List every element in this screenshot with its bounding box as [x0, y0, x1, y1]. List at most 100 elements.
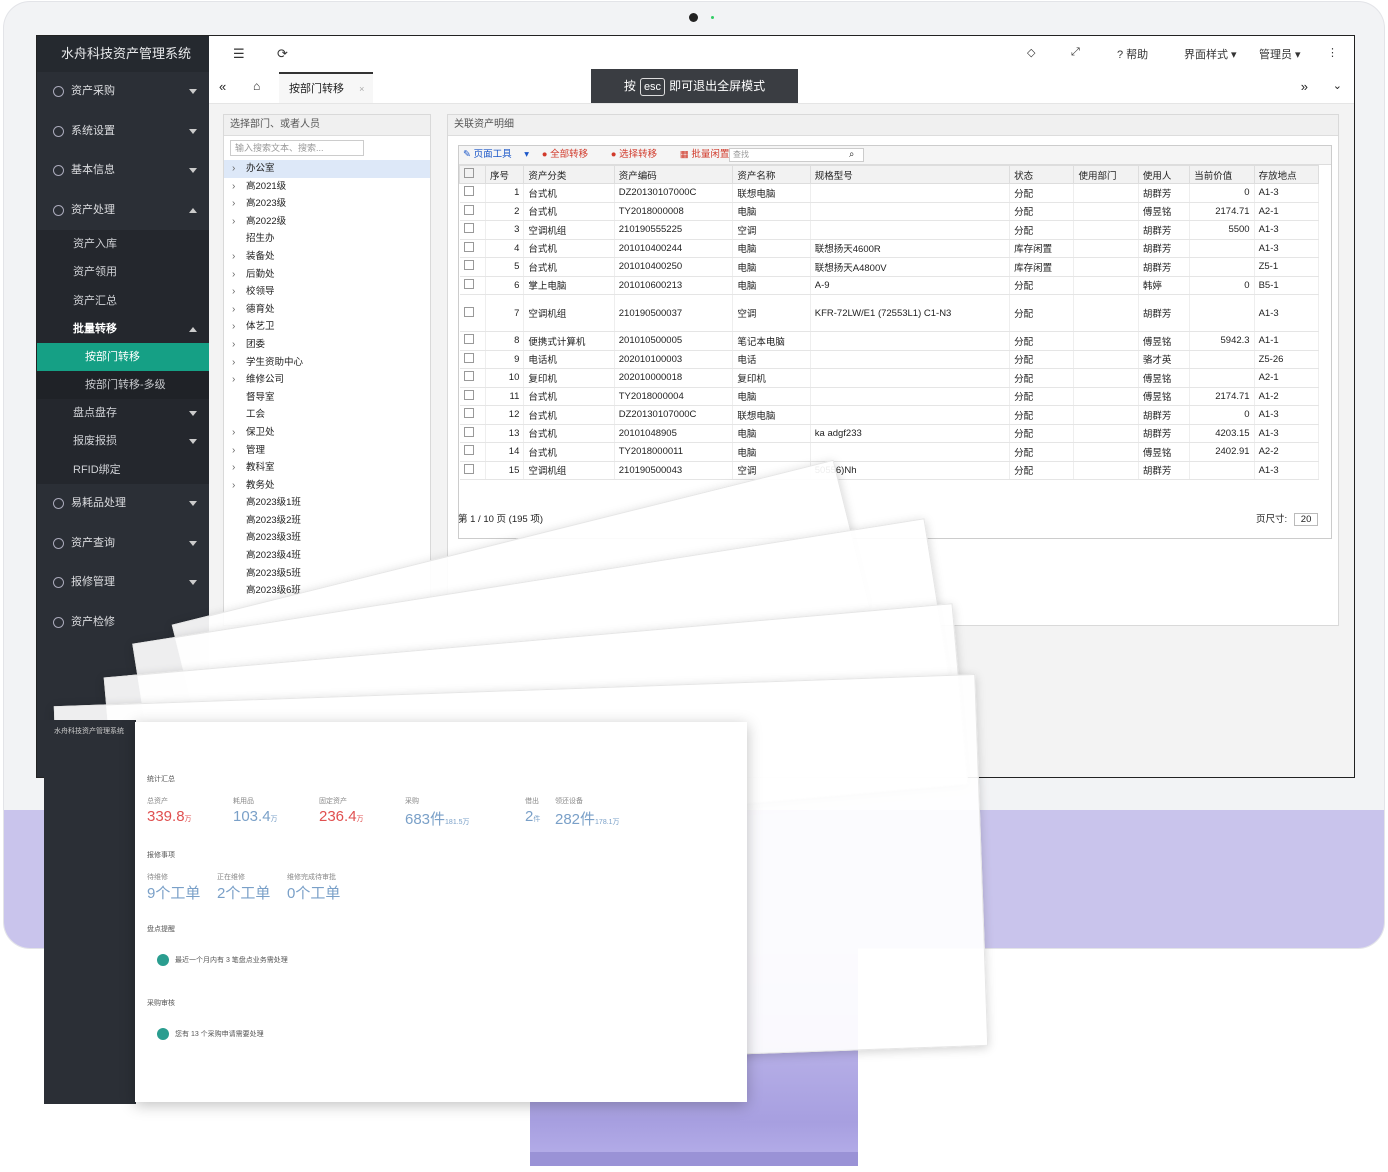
sidebar-item[interactable]: 资产处理 [37, 191, 209, 231]
fullscreen-icon[interactable]: ⤢ [1071, 46, 1080, 59]
sidebar-subsubitem[interactable]: 按部门转移-多级 [37, 371, 209, 400]
row-checkbox[interactable] [459, 294, 486, 332]
row-checkbox[interactable] [459, 257, 486, 277]
sidebar-item[interactable]: 系统设置 [37, 112, 209, 152]
tree-node[interactable]: 装备处 [224, 248, 430, 266]
sidebar-item[interactable]: 基本信息 [37, 151, 209, 191]
table-row[interactable]: 15空调机组210190500043空调50556)Nh分配胡群芳A1-3 [459, 461, 1320, 480]
row-checkbox[interactable] [459, 461, 486, 480]
sidebar-item[interactable]: 资产查询 [37, 524, 209, 564]
column-header[interactable]: 使用部门 [1073, 165, 1139, 184]
tabs-back-icon[interactable]: « [219, 79, 226, 94]
tree-node[interactable]: 工会 [224, 406, 430, 424]
tree-node[interactable]: 高2023级4班 [224, 547, 430, 565]
tree-node[interactable]: 高2021级 [224, 178, 430, 196]
select-all-checkbox[interactable] [459, 165, 486, 184]
page-size-value[interactable]: 20 [1293, 513, 1319, 526]
tree-node[interactable]: 后勤处 [224, 266, 430, 284]
column-header[interactable]: 状态 [1009, 165, 1075, 184]
table-row[interactable]: 3 空调机组 210190555225 空调 分配 胡群芳 5500 A1-3 [459, 220, 1320, 240]
tree-node[interactable]: 校领导 [224, 283, 430, 301]
inventory-notice[interactable]: 最近一个月内有 3 笔盘点业务需处理 [157, 954, 288, 966]
row-checkbox[interactable] [459, 183, 486, 203]
column-header[interactable]: 规格型号 [809, 165, 1011, 184]
column-header[interactable]: 存放地点 [1253, 165, 1320, 184]
row-checkbox[interactable] [459, 331, 486, 351]
row-checkbox[interactable] [459, 368, 486, 388]
tag-icon[interactable]: ◇ [1027, 46, 1035, 59]
row-checkbox[interactable] [459, 424, 486, 443]
chevron-down-icon[interactable]: ⌄ [1333, 79, 1342, 92]
admin-dropdown[interactable]: 管理员 ▾ [1259, 46, 1301, 62]
tree-node[interactable]: 维修公司 [224, 371, 430, 389]
column-header[interactable]: 资产名称 [732, 165, 811, 184]
tabs-forward-icon[interactable]: » [1301, 79, 1308, 94]
select-transfer-button[interactable]: ● 选择转移 [611, 149, 667, 160]
table-row[interactable]: 2 台式机 TY2018000008 电脑 分配 傅昱铭 2174.71 A2-1 [459, 202, 1320, 221]
column-header[interactable]: 资产编码 [613, 165, 734, 184]
table-row[interactable]: 9 电话机 202010100003 电话 分配 骆才英 Z5-26 [459, 350, 1320, 369]
help-link[interactable]: ? 帮助 [1117, 46, 1148, 62]
tree-node[interactable]: 保卫处 [224, 424, 430, 442]
table-row[interactable]: 14 台式机 TY2018000011 电脑 分配 傅昱铭 2402.91 A2-2 [459, 442, 1320, 462]
column-header[interactable]: 当前价值 [1189, 165, 1255, 184]
purchase-notice[interactable]: 您有 13 个采购申请需要处理 [157, 1028, 264, 1040]
tree-node[interactable]: 教科室 [224, 459, 430, 477]
tree-node[interactable]: 高2023级2班 [224, 512, 430, 530]
tree-node[interactable]: 高2023级 [224, 195, 430, 213]
row-checkbox[interactable] [459, 387, 486, 406]
tree-node[interactable]: 高2022级 [224, 213, 430, 231]
more-icon[interactable]: ⋮ [1327, 46, 1338, 59]
table-row[interactable]: 12 台式机 DZ20130107000C 联想电脑 分配 胡群芳 0 A1-3 [459, 405, 1320, 425]
sidebar-subitem[interactable]: 盘点盘存 [37, 399, 209, 428]
theme-dropdown[interactable]: 界面样式 ▾ [1184, 46, 1237, 62]
table-row[interactable]: 10 复印机 202010000018 复印机 分配 傅昱铭 A2-1 [459, 368, 1320, 388]
table-row[interactable]: 4 台式机 201010400244 电脑 联想扬天4600R 库存闲置 胡群芳 A1-3 [459, 239, 1320, 258]
page-tools-button[interactable]: ✎ 页面工具 ▾ [463, 149, 529, 160]
tree-node[interactable]: 高2023级1班 [224, 494, 430, 512]
tree-node[interactable]: 学生资助中心 [224, 354, 430, 372]
sidebar-item[interactable]: 资产采购 [37, 72, 209, 112]
tree-node[interactable]: 德育处 [224, 301, 430, 319]
tree-search-input[interactable]: 输入搜索文本、搜索... [230, 140, 364, 156]
tab-transfer-by-dept[interactable]: 按部门转移 × [279, 72, 373, 103]
sidebar-subitem[interactable]: RFID绑定 [37, 455, 209, 485]
column-header[interactable]: 使用人 [1137, 165, 1191, 184]
row-checkbox[interactable] [459, 350, 486, 369]
tree-node[interactable]: 团委 [224, 336, 430, 354]
row-checkbox[interactable] [459, 405, 486, 425]
sidebar-subitem[interactable]: 批量转移 [37, 314, 209, 344]
sidebar-subsubitem[interactable]: 按部门转移 [37, 343, 209, 372]
column-header[interactable]: 序号 [484, 165, 525, 184]
tree-node[interactable]: 教务处 [224, 477, 430, 495]
page-size-selector[interactable]: 页尺寸: 20 [1256, 511, 1319, 526]
sidebar-item[interactable]: 易耗品处理 [37, 484, 209, 524]
tab-close-icon[interactable]: × [359, 84, 364, 94]
tree-node[interactable]: 高2023级3班 [224, 529, 430, 547]
table-row[interactable]: 11 台式机 TY2018000004 电脑 分配 傅昱铭 2174.71 A1-2 [459, 387, 1320, 406]
sidebar-subitem[interactable]: 资产入库 [37, 230, 209, 259]
table-row[interactable]: 1 台式机 DZ20130107000C 联想电脑 分配 胡群芳 0 A1-3 [459, 183, 1320, 203]
row-checkbox[interactable] [459, 220, 486, 240]
table-row[interactable]: 5 台式机 201010400250 电脑 联想扬天A4800V 库存闲置 胡群芳 Z5-1 [459, 257, 1320, 277]
menu-toggle-icon[interactable]: ☰ [233, 46, 245, 62]
tree-node[interactable]: 督导室 [224, 389, 430, 407]
table-row[interactable]: 13 台式机 20101048905 电脑 ka adgf233 分配 胡群芳 4203.15… [459, 424, 1320, 443]
search-icon[interactable]: ⌕ [849, 146, 854, 164]
sidebar-subitem[interactable]: 报废报损 [37, 427, 209, 456]
table-row[interactable]: 6 掌上电脑 201010600213 电脑 A-9 分配 韩婷 0 B5-1 [459, 276, 1320, 295]
row-checkbox[interactable] [459, 202, 486, 221]
row-checkbox[interactable] [459, 239, 486, 258]
tree-node[interactable]: 招生办 [224, 230, 430, 248]
column-header[interactable]: 资产分类 [523, 165, 615, 184]
tree-node[interactable]: 办公室 [224, 160, 430, 178]
table-row[interactable]: 7 空调机组 210190500037 空调 KFR-72LW/E1 (72553L1)… [459, 294, 1320, 332]
row-checkbox[interactable] [459, 276, 486, 295]
all-transfer-button[interactable]: ● 全部转移 [542, 149, 598, 160]
refresh-icon[interactable]: ⟳ [277, 46, 288, 62]
home-icon[interactable]: ⌂ [253, 79, 260, 93]
tree-node[interactable]: 管理 [224, 442, 430, 460]
row-checkbox[interactable] [459, 442, 486, 462]
sidebar-item[interactable]: 报修管理 [37, 563, 209, 603]
tree-node[interactable]: 体艺卫 [224, 318, 430, 336]
